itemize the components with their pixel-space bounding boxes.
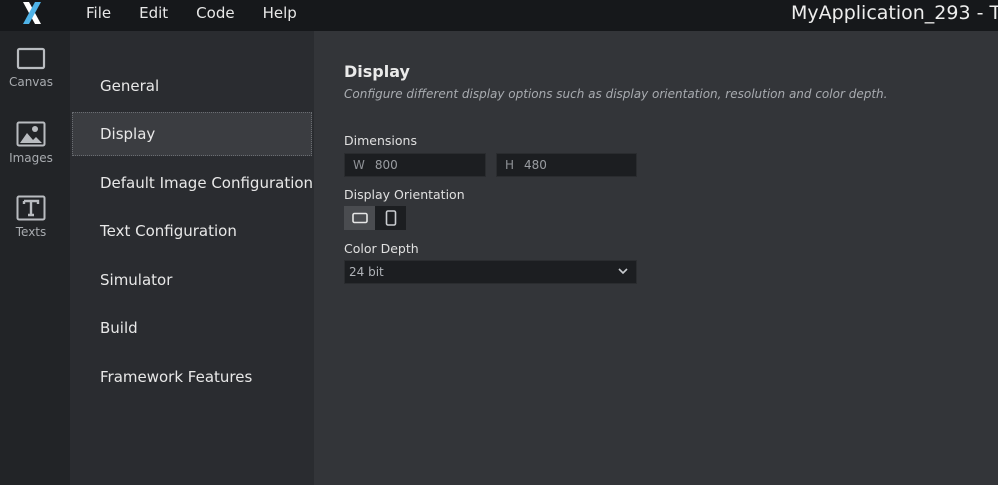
color-depth-value: 24 bit bbox=[349, 265, 384, 279]
leftbar-label: Images bbox=[9, 151, 53, 165]
menu-file[interactable]: File bbox=[72, 0, 125, 27]
height-input[interactable]: H 480 bbox=[496, 153, 637, 177]
chevron-down-icon bbox=[618, 268, 628, 275]
settings-nav: General Display Default Image Configurat… bbox=[70, 31, 314, 485]
menu-code[interactable]: Code bbox=[182, 0, 248, 27]
app-title: MyApplication_293 - Tou bbox=[791, 2, 998, 24]
landscape-icon bbox=[351, 212, 368, 224]
display-settings-panel: Display Configure different display opti… bbox=[314, 31, 998, 485]
height-prefix: H bbox=[505, 158, 515, 172]
color-depth-select[interactable]: 24 bit bbox=[344, 260, 637, 284]
canvas-icon bbox=[16, 47, 46, 70]
title-bar: File Edit Code Help MyApplication_293 - … bbox=[0, 0, 998, 31]
display-orientation-label: Display Orientation bbox=[344, 187, 465, 202]
page-description: Configure different display options such… bbox=[344, 87, 888, 101]
nav-item-build[interactable]: Build bbox=[72, 306, 312, 350]
app-logo-icon[interactable] bbox=[19, 0, 45, 26]
landscape-button[interactable] bbox=[344, 206, 375, 230]
image-icon bbox=[16, 121, 46, 147]
nav-item-simulator[interactable]: Simulator bbox=[72, 258, 312, 302]
nav-item-text-configuration[interactable]: Text Configuration bbox=[72, 209, 312, 253]
width-input[interactable]: W 800 bbox=[344, 153, 486, 177]
page-title: Display bbox=[344, 62, 410, 81]
leftbar-item-texts[interactable]: Texts bbox=[0, 195, 62, 255]
leftbar-item-images[interactable]: Images bbox=[0, 121, 62, 181]
color-depth-label: Color Depth bbox=[344, 241, 419, 256]
menu-bar: File Edit Code Help bbox=[72, 0, 311, 27]
portrait-button[interactable] bbox=[375, 206, 406, 230]
nav-item-default-image-configuration[interactable]: Default Image Configuration bbox=[72, 161, 313, 205]
nav-item-general[interactable]: General bbox=[72, 64, 312, 108]
width-prefix: W bbox=[353, 158, 365, 172]
portrait-icon bbox=[385, 210, 396, 226]
menu-help[interactable]: Help bbox=[249, 0, 311, 27]
left-toolbar: Canvas Images Texts bbox=[0, 31, 70, 485]
nav-item-framework-features[interactable]: Framework Features bbox=[72, 355, 312, 399]
nav-item-display[interactable]: Display bbox=[72, 112, 312, 156]
menu-edit[interactable]: Edit bbox=[125, 0, 182, 27]
width-value: 800 bbox=[374, 158, 398, 172]
height-value: 480 bbox=[524, 158, 547, 172]
dimensions-label: Dimensions bbox=[344, 133, 417, 148]
leftbar-label: Canvas bbox=[8, 75, 54, 89]
orientation-toggle bbox=[344, 206, 407, 230]
leftbar-label: Texts bbox=[15, 225, 47, 239]
text-icon bbox=[16, 195, 46, 221]
leftbar-item-canvas[interactable]: Canvas bbox=[0, 47, 62, 107]
